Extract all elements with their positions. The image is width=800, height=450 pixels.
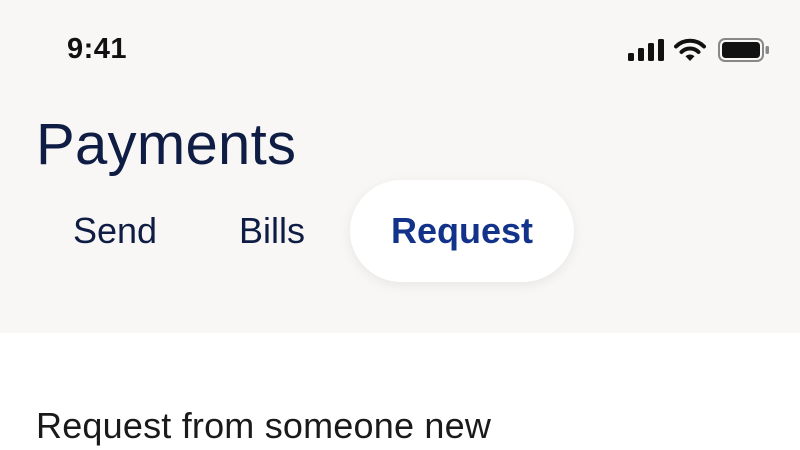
battery-icon [718, 38, 769, 62]
payments-screen: 9:41 Payments Send Bills Request Request… [0, 0, 800, 450]
tab-bills[interactable]: Bills [194, 180, 350, 282]
status-time: 9:41 [67, 33, 128, 65]
tab-label: Bills [238, 210, 305, 251]
tab-label: Request [390, 210, 534, 251]
tab-label: Send [72, 210, 158, 251]
tab-request[interactable]: Request [350, 180, 574, 282]
section-title: Request from someone new [36, 405, 492, 446]
signal-icon [628, 39, 664, 61]
payment-tabs: Send Bills Request [36, 180, 574, 282]
status-icons [628, 35, 770, 65]
tab-send[interactable]: Send [36, 180, 194, 282]
wifi-icon [674, 38, 706, 61]
header-area: 9:41 Payments Send Bills Request [0, 0, 800, 333]
page-title: Payments [36, 112, 297, 177]
